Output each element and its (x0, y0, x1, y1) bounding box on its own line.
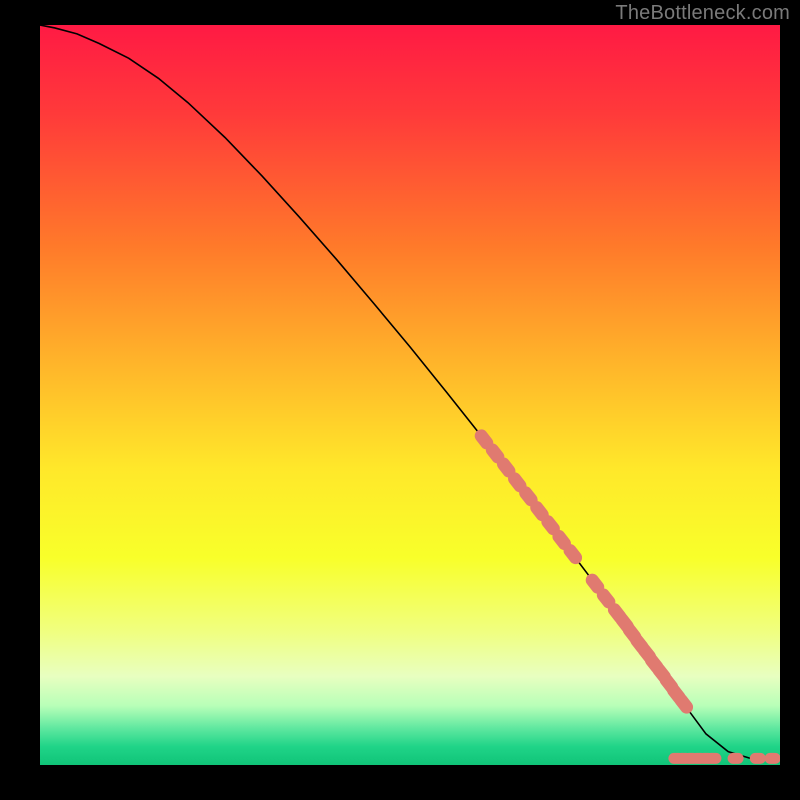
gradient-background (40, 25, 780, 765)
baseline-marker (728, 753, 744, 764)
baseline-marker (750, 753, 766, 764)
chart-svg (40, 25, 780, 765)
baseline-marker (765, 753, 780, 764)
plot-area (40, 25, 780, 765)
chart-container: TheBottleneck.com (0, 0, 800, 800)
watermark-text: TheBottleneck.com (615, 2, 790, 25)
baseline-marker (705, 753, 721, 764)
